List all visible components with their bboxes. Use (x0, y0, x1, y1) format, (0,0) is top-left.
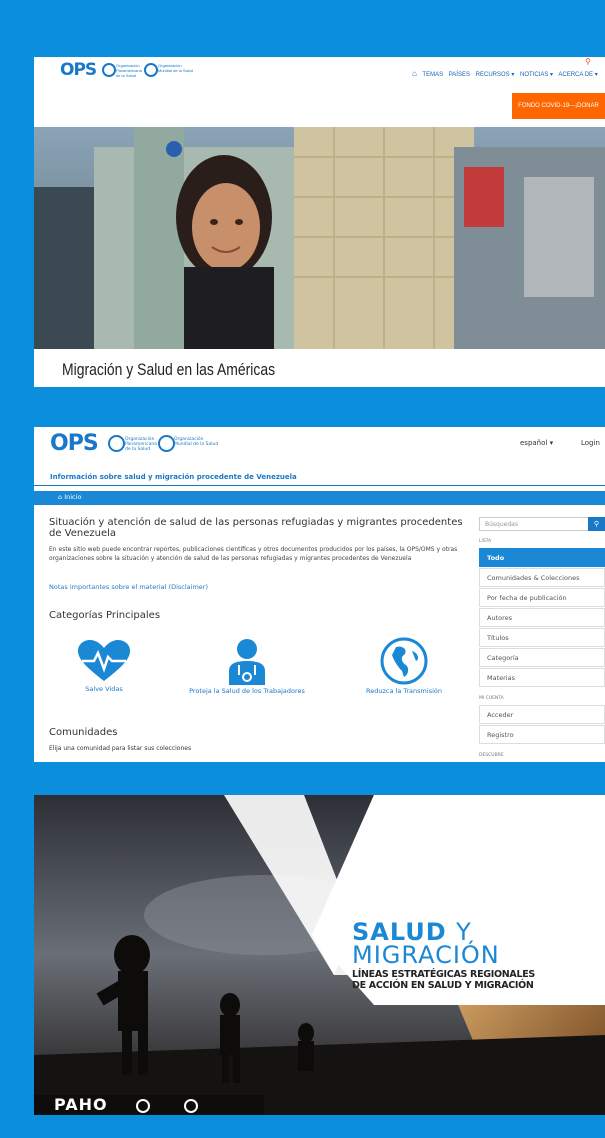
paho-emblem-icon (136, 1099, 150, 1113)
who-org-name: Organización Mundial de la Salud (174, 437, 219, 447)
communities-heading: Comunidades (49, 727, 118, 738)
hero-image-girl (34, 127, 605, 349)
search-icon[interactable]: ⚲ (585, 57, 591, 66)
nav-paises[interactable]: PAÍSES (449, 72, 470, 78)
discover-label: DESCUBRE (479, 753, 504, 758)
login-link[interactable]: Login (581, 439, 600, 447)
nav-acerca-de[interactable]: ACERCA DE ▾ (558, 72, 597, 78)
paho-migration-site-screenshot: OPS Organización Panamericana de la Salud … (34, 57, 605, 387)
paho-emblem-icon (108, 435, 125, 452)
home-icon: ⌂ (58, 493, 63, 501)
who-org-name: Organización Mundial de la Salud (158, 63, 194, 73)
category-proteja-trabajadores[interactable]: Proteja la Salud de los Trabajadores (182, 637, 312, 695)
nav-recursos[interactable]: RECURSOS ▾ (476, 72, 515, 78)
sidebar-item-acceder[interactable]: Acceder (479, 705, 605, 724)
heart-pulse-icon (78, 640, 130, 681)
sidebar-item-materias[interactable]: Materias (479, 668, 605, 687)
sidebar-item-todo[interactable]: Todo (479, 548, 605, 567)
who-emblem-icon (158, 435, 175, 452)
language-selector[interactable]: español ▾ (520, 439, 553, 447)
breadcrumb-home[interactable]: ⌂ Inicio (58, 493, 81, 501)
search-input[interactable]: Búsquedas (479, 517, 589, 531)
search-icon: ⚲ (593, 520, 600, 528)
sidebar-item-autores[interactable]: Autores (479, 608, 605, 627)
header: OPS Organización Panamericana de la Salud … (34, 57, 605, 93)
hero-title: Migración y Salud en las Américas (62, 360, 276, 379)
ops-logo[interactable]: OPS (60, 60, 97, 80)
home-icon[interactable]: ⌂ (412, 69, 417, 78)
who-emblem-icon (144, 63, 158, 77)
site-title[interactable]: Información sobre salud y migración proc… (50, 473, 297, 481)
who-emblem-icon (184, 1099, 198, 1113)
sidebar-item-fecha[interactable]: Por fecha de publicación (479, 588, 605, 607)
salud-y-migracion-cover: SALUD Y MIGRACIÓN LÍNEAS ESTRATÉGICAS RE… (34, 795, 605, 1115)
divider (34, 485, 605, 486)
communities-description: Elija una comunidad para listar sus cole… (49, 745, 192, 752)
sidebar-item-titulos[interactable]: Títulos (479, 628, 605, 647)
covid-donate-button[interactable]: FONDO COVID-19—¡DONAR AHORA! (512, 93, 605, 135)
paho-logo: PAHO (54, 1095, 108, 1114)
nav-temas[interactable]: TEMAS (422, 72, 443, 78)
list-label: LISTA (479, 539, 492, 544)
category-salve-vidas[interactable]: Salve Vidas (64, 639, 144, 693)
disclaimer-link[interactable]: Notas importantes sobre el material (Dis… (49, 583, 208, 591)
venezuela-migration-repository-screenshot: OPS Organización Panamericana de la Salud … (34, 427, 605, 762)
paho-emblem-icon (102, 63, 116, 77)
page-title: Situación y atención de salud de las per… (49, 517, 463, 539)
cover-subtitle-line2: DE ACCIÓN EN SALUD Y MIGRACIÓN (352, 980, 534, 991)
categories-heading: Categorías Principales (49, 610, 161, 621)
account-label: MI CUENTA (479, 696, 504, 701)
category-reduzca-transmision[interactable]: Reduzca la Transmisión (354, 637, 454, 695)
globe-icon (380, 637, 428, 685)
cover-subtitle-line1: LÍNEAS ESTRATÉGICAS REGIONALES (352, 969, 535, 980)
breadcrumb: ⌂ Inicio (34, 491, 605, 505)
paho-org-name: Organización Panamericana de la Salud (125, 437, 157, 452)
paho-org-name: Organización Panamericana de la Salud (116, 63, 142, 78)
main-nav: ⌂ TEMAS PAÍSES RECURSOS ▾ NOTICIAS ▾ ACE… (412, 69, 602, 78)
hero-photo (34, 127, 605, 349)
nav-noticias[interactable]: NOTICIAS ▾ (520, 72, 553, 78)
sidebar-item-comunidades[interactable]: Comunidades & Colecciones (479, 568, 605, 587)
page-description: En este sitio web puede encontrar report… (49, 546, 458, 562)
health-worker-icon (229, 639, 265, 685)
ops-logo[interactable]: OPS (50, 431, 99, 456)
sidebar-item-categoria[interactable]: Categoría (479, 648, 605, 667)
cover-title-line2: MIGRACIÓN (352, 941, 500, 969)
sidebar-item-registro[interactable]: Registro (479, 725, 605, 744)
cover-photo (34, 795, 605, 1115)
search-button[interactable]: ⚲ (588, 517, 605, 531)
